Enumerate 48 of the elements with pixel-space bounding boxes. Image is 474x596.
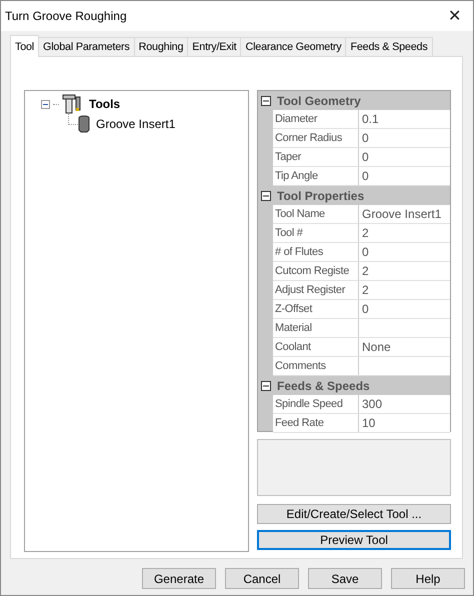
property-value[interactable]: None [359,338,450,356]
collapse-icon[interactable] [261,190,271,200]
category-label: Tool Geometry [277,94,361,108]
property-value[interactable]: 0 [359,243,450,261]
property-name: Feed Rate [273,414,359,432]
insert-icon [78,115,90,133]
close-button[interactable]: ✕ [448,6,461,26]
property-name: Corner Radius [273,129,359,147]
tab[interactable]: Tool [10,35,40,57]
property-name: Tool Name [273,205,359,223]
tree-item[interactable]: Groove Insert1 [96,117,176,131]
category-label: Tool Properties [277,188,364,202]
property-name: # of Flutes [273,243,359,261]
dialog-button[interactable]: Generate [142,568,216,589]
property-value[interactable]: 0 [359,167,450,185]
collapse-icon[interactable] [41,100,50,108]
category-label: Feeds & Speeds [277,378,370,392]
property-name: Diameter [273,110,359,128]
property-value[interactable]: 0 [359,129,450,147]
collapse-icon[interactable] [261,96,271,106]
preview-tool-button[interactable]: Preview Tool [257,530,451,550]
collapse-icon[interactable] [261,380,271,390]
property-name: Spindle Speed [273,395,359,413]
window-title: Turn Groove Roughing [5,9,127,23]
property-name: Taper [273,148,359,166]
property-value[interactable]: 2 [359,224,450,242]
property-name: Coolant [273,338,359,356]
edit-tool-button[interactable]: Edit/Create/Select Tool ... [257,504,451,524]
property-name: Tool # [273,224,359,242]
property-value[interactable]: 300 [359,395,450,413]
property-value[interactable]: 10 [359,414,450,432]
property-value[interactable]: 2 [359,262,450,280]
property-name: Comments [273,357,359,375]
property-name: Cutcom Registe [273,262,359,280]
property-value[interactable]: 0 [359,148,450,166]
property-value[interactable]: 2 [359,281,450,299]
property-value[interactable]: Groove Insert1 [359,205,450,223]
tab[interactable]: Feeds & Speeds [345,37,433,56]
property-name: Material [273,319,359,337]
dialog-button[interactable]: Save [308,568,382,589]
dialog-button[interactable]: Cancel [225,568,299,589]
property-name: Z-Offset [273,300,359,318]
dialog-button[interactable]: Help [391,568,465,589]
property-value[interactable]: 0 [359,300,450,318]
property-value[interactable]: 0.1 [359,110,450,128]
tree-item[interactable]: Tools [89,97,120,111]
property-name: Adjust Register [273,281,359,299]
property-name: Tip Angle [273,167,359,185]
